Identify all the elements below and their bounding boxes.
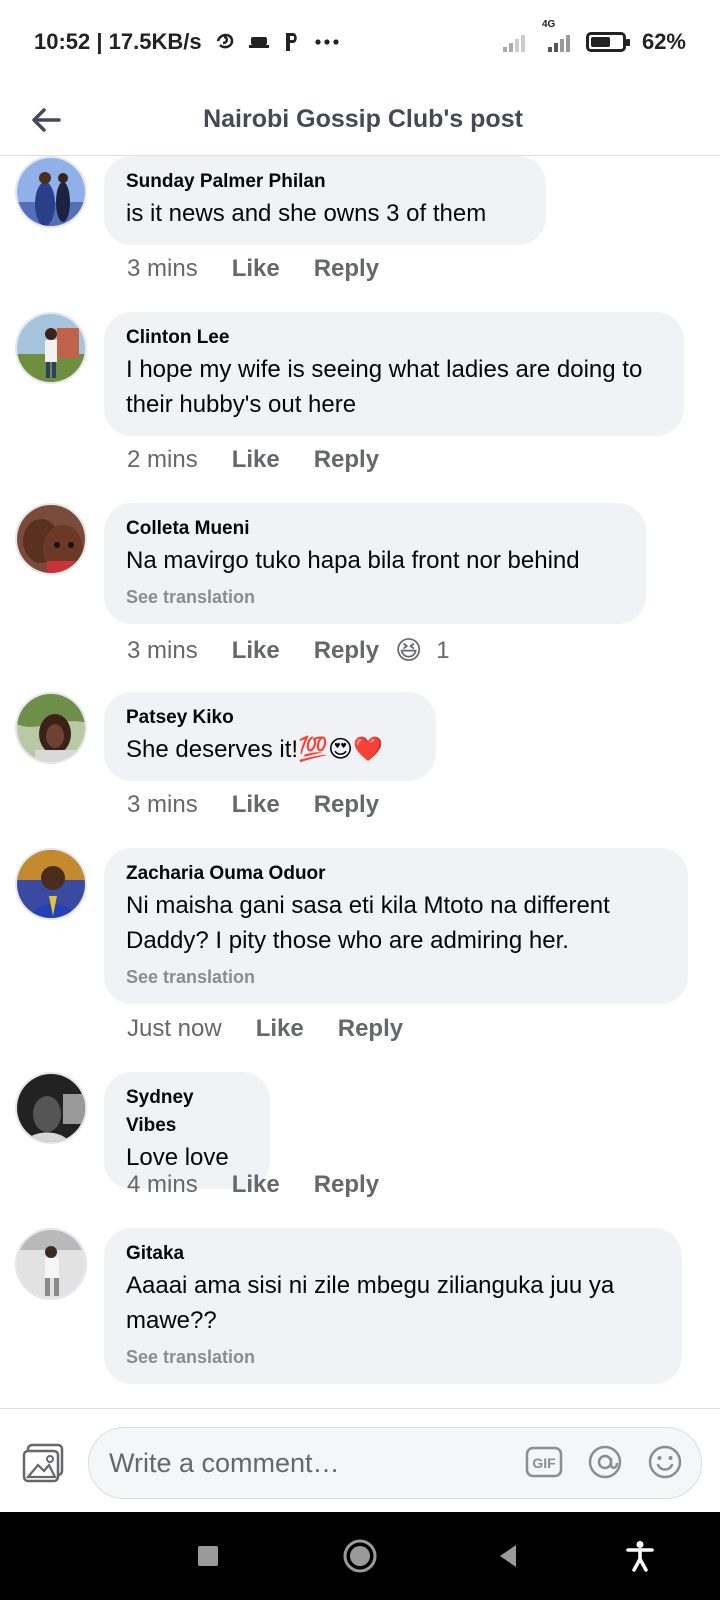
comment-composer: Write a comment… GIF (0, 1408, 720, 1512)
comment-text: Aaaai ama sisi ni zile mbegu zilianguka … (126, 1272, 615, 1334)
status-time-speed: 10:52 | 17.5KB/s (34, 29, 202, 54)
gif-button[interactable]: GIF (525, 1445, 563, 1479)
see-translation-link[interactable]: See translation (126, 1344, 660, 1370)
reply-button[interactable]: Reply (314, 791, 379, 819)
system-navigation-bar (0, 1512, 720, 1600)
comment-actions: 2 mins Like Reply (127, 446, 413, 474)
reply-button[interactable]: Reply (314, 446, 379, 474)
app-notification-icon (248, 33, 270, 51)
more-notifications-icon (314, 38, 340, 46)
comment-time: 4 mins (127, 1171, 198, 1198)
accessibility-icon[interactable] (618, 1534, 662, 1578)
signal-icon (502, 31, 530, 53)
commenter-name[interactable]: Colleta Mueni (126, 515, 624, 543)
comment-time: Just now (127, 1015, 222, 1042)
parking-app-icon (282, 31, 302, 53)
reaction-summary[interactable]: 😆 1 (395, 635, 449, 666)
see-translation-link[interactable]: See translation (126, 584, 624, 610)
laughing-emoji-icon: 😆 (395, 635, 423, 665)
like-button[interactable]: Like (256, 1015, 304, 1043)
home-icon[interactable] (338, 1534, 382, 1578)
emoji-icon[interactable] (647, 1444, 683, 1480)
avatar[interactable] (15, 692, 87, 764)
battery-icon (585, 32, 630, 52)
comment-time: 2 mins (127, 446, 198, 473)
comment-text: is it news and she owns 3 of them (126, 200, 487, 227)
comment-bubble[interactable]: Clinton Lee I hope my wife is seeing wha… (104, 312, 684, 436)
like-button[interactable]: Like (232, 791, 280, 819)
commenter-name[interactable]: Clinton Lee (126, 324, 662, 352)
comment-bubble[interactable]: Patsey Kiko She deserves it!💯😍❤️ (104, 692, 436, 781)
reply-button[interactable]: Reply (338, 1015, 403, 1043)
like-button[interactable]: Like (232, 1171, 280, 1199)
comment-actions: Just now Like Reply (127, 1015, 437, 1043)
comment-time: 3 mins (127, 791, 198, 818)
network-label: 4G (541, 19, 556, 30)
comment-text: Na mavirgo tuko hapa bila front nor behi… (126, 547, 580, 574)
mention-icon[interactable] (587, 1444, 623, 1480)
app-notification-icon (214, 31, 236, 53)
reply-button[interactable]: Reply (314, 255, 379, 283)
comment-bubble[interactable]: Zacharia Ouma Oduor Ni maisha gani sasa … (104, 848, 688, 1004)
comment-bubble[interactable]: Colleta Mueni Na mavirgo tuko hapa bila … (104, 503, 646, 624)
comment-time: 3 mins (127, 255, 198, 282)
commenter-name[interactable]: Patsey Kiko (126, 704, 414, 732)
back-arrow-icon[interactable] (26, 100, 66, 140)
gif-label: GIF (532, 1455, 556, 1471)
comment-bubble[interactable]: Gitaka Aaaai ama sisi ni zile mbegu zili… (104, 1228, 682, 1384)
commenter-name[interactable]: Zacharia Ouma Oduor (126, 860, 666, 888)
back-nav-icon[interactable] (486, 1534, 530, 1578)
battery-percent: 62% (641, 29, 686, 54)
commenter-name[interactable]: Sydney Vibes (126, 1084, 248, 1140)
photo-icon[interactable] (22, 1443, 66, 1483)
comment-text: Ni maisha gani sasa eti kila Mtoto na di… (126, 892, 610, 954)
comment-bubble[interactable]: Sunday Palmer Philan is it news and she … (104, 156, 546, 245)
avatar[interactable] (15, 848, 87, 920)
commenter-name[interactable]: Sunday Palmer Philan (126, 168, 524, 196)
comment-actions: 3 mins Like Reply (127, 791, 413, 819)
like-button[interactable]: Like (232, 446, 280, 474)
comment-text: She deserves it!💯😍❤️ (126, 736, 383, 763)
reply-button[interactable]: Reply (314, 637, 379, 665)
avatar[interactable] (15, 312, 87, 384)
reply-button[interactable]: Reply (314, 1171, 379, 1199)
comment-input[interactable]: Write a comment… GIF (88, 1427, 702, 1499)
reaction-count: 1 (436, 636, 450, 664)
comment-time: 3 mins (127, 636, 198, 664)
avatar[interactable] (15, 1072, 87, 1144)
avatar[interactable] (15, 503, 87, 575)
like-button[interactable]: Like (232, 637, 280, 665)
comment-text: I hope my wife is seeing what ladies are… (126, 356, 643, 418)
see-translation-link[interactable]: See translation (126, 964, 666, 990)
signal-4g-icon: 4G (540, 19, 576, 53)
comments-list: Sunday Palmer Philan is it news and she … (0, 156, 720, 1408)
status-bar: 10:52 | 17.5KB/s 4G 62% (0, 0, 720, 84)
like-button[interactable]: Like (232, 255, 280, 283)
comment-input-placeholder: Write a comment… (109, 1447, 340, 1478)
comment-actions: 3 mins Like Reply (127, 255, 413, 283)
post-header: Nairobi Gossip Club's post (0, 84, 720, 156)
comment-actions: 4 mins Like Reply (127, 1171, 413, 1199)
avatar[interactable] (15, 156, 87, 228)
avatar[interactable] (15, 1228, 87, 1300)
comment-text: Love love (126, 1144, 229, 1171)
recents-icon[interactable] (186, 1534, 230, 1578)
comment-actions: 3 mins Like Reply 😆 1 (127, 635, 450, 666)
page-title: Nairobi Gossip Club's post (203, 105, 523, 133)
commenter-name[interactable]: Gitaka (126, 1240, 660, 1268)
